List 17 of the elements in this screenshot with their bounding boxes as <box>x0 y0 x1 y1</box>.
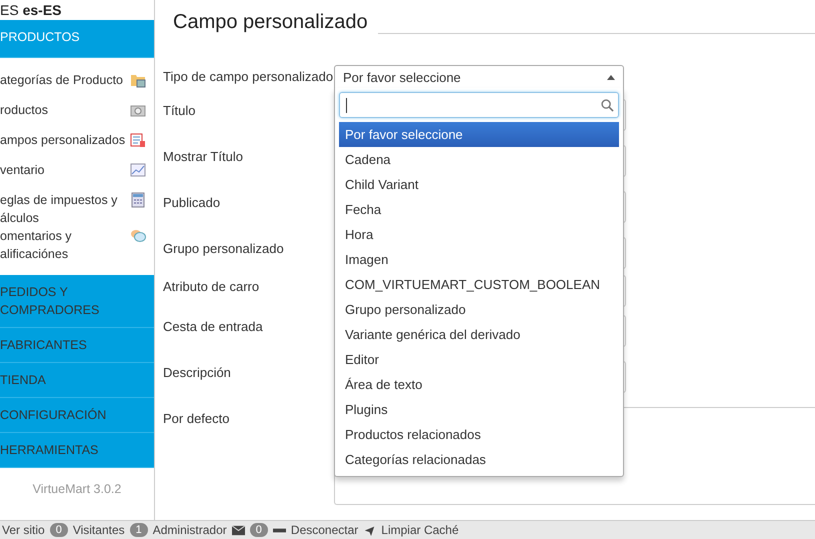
field-label: Descripción <box>163 364 232 382</box>
admins-label: Administrador <box>152 523 227 537</box>
version-label: VirtueMart 3.0.2 <box>32 482 122 496</box>
count-badge: 0 <box>250 523 268 537</box>
field-label: Mostrar Título <box>163 148 244 166</box>
field-label: Atributo de carro <box>163 278 260 296</box>
field-label: Cesta de entrada <box>163 318 264 336</box>
field-label: Publicado <box>163 194 222 212</box>
field-label: Tipo de campo personalizado <box>163 68 334 86</box>
field-label: Por defecto <box>163 410 230 428</box>
visitors-label: Visitantes <box>72 523 125 537</box>
field-label: Título <box>163 102 197 120</box>
field-label: Grupo personalizado <box>163 240 285 258</box>
page-title: Campo personalizado <box>171 11 378 37</box>
count-badge: 1 <box>130 523 148 537</box>
language-label: ES es-ES <box>0 1 62 20</box>
count-badge: 0 <box>50 523 68 537</box>
